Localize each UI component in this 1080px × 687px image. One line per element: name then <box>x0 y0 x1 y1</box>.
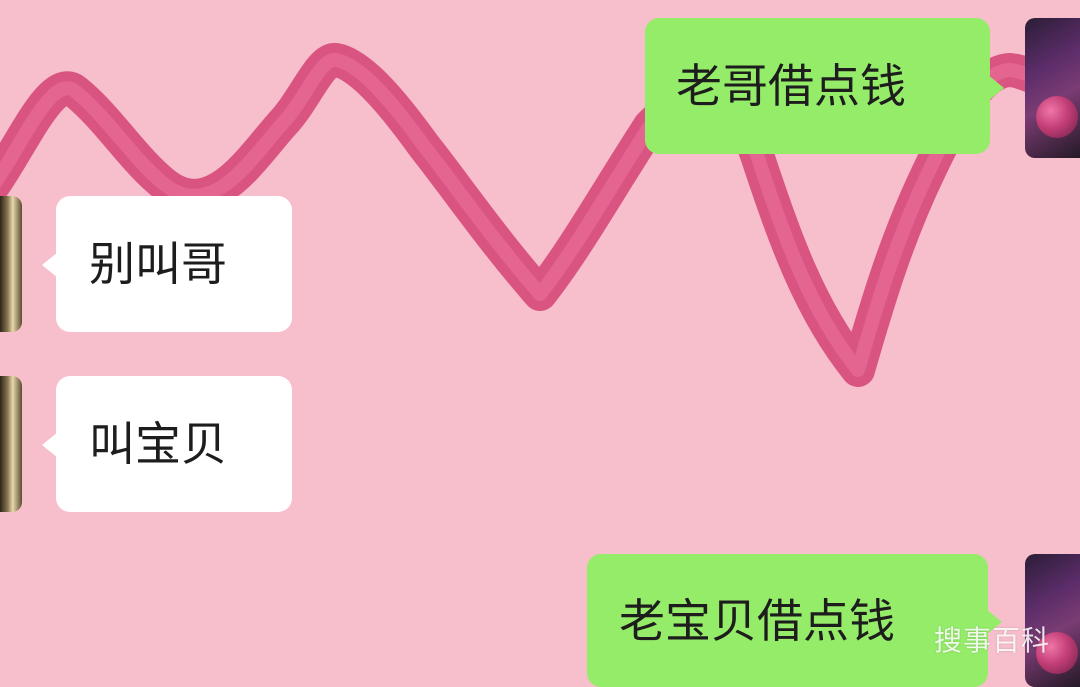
message-text: 别叫哥 <box>89 237 227 291</box>
chat-bubble[interactable]: 别叫哥 <box>56 196 292 332</box>
bubble-tail-icon <box>988 75 1004 101</box>
chat-bubble[interactable]: 叫宝贝 <box>56 376 292 512</box>
watermark: 搜事百科 <box>933 624 1050 657</box>
message-text: 老哥借点钱 <box>676 59 906 113</box>
message-text: 叫宝贝 <box>89 417 227 471</box>
message-received-1: 别叫哥 <box>0 196 292 336</box>
avatar[interactable] <box>0 376 22 512</box>
chat-bubble[interactable]: 老宝贝借点钱 <box>587 554 988 687</box>
chat-screen: 老哥借点钱 别叫哥 叫宝贝 老宝贝借点钱 搜事百科 <box>0 0 1080 687</box>
message-received-2: 叫宝贝 <box>0 376 292 516</box>
chat-bubble[interactable]: 老哥借点钱 <box>645 18 990 154</box>
message-sent-1: 老哥借点钱 <box>645 18 1080 158</box>
avatar[interactable] <box>1025 18 1080 158</box>
avatar[interactable] <box>0 196 22 332</box>
message-text: 老宝贝借点钱 <box>619 593 895 648</box>
